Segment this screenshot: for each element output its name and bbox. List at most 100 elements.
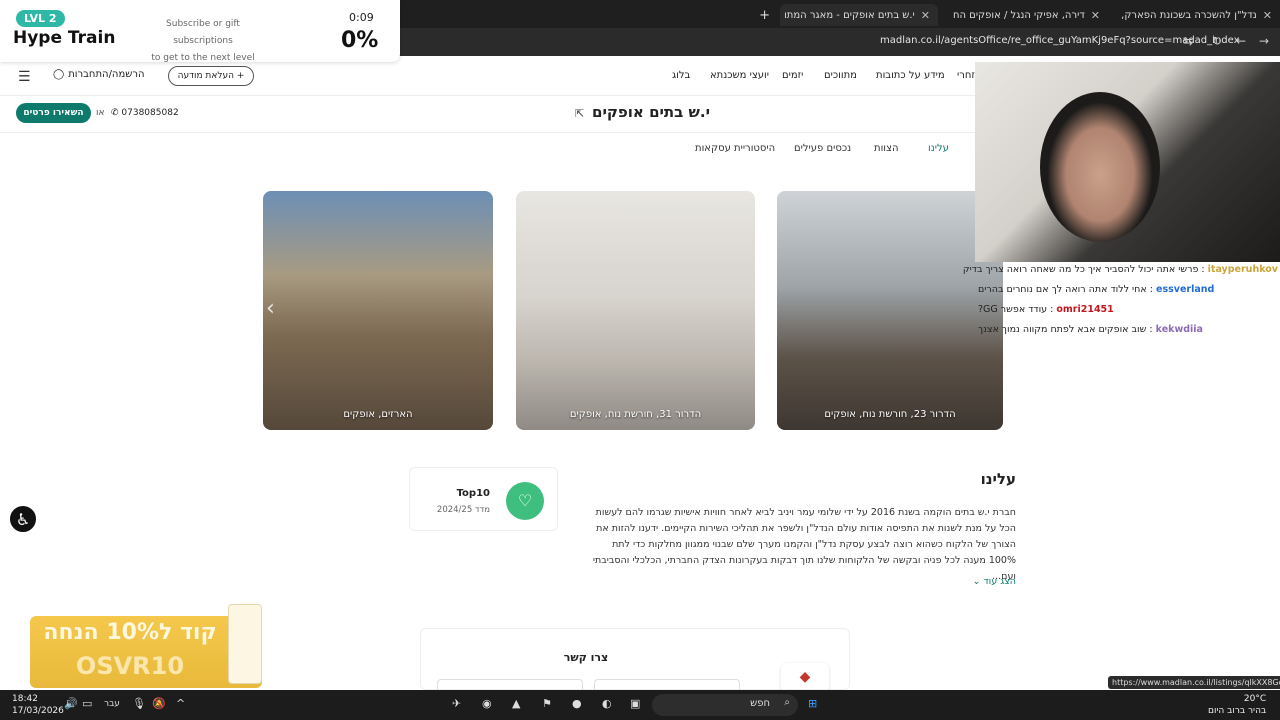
chevron-up-icon[interactable]: ^ — [176, 697, 185, 710]
badge-title: Top10 — [456, 488, 490, 499]
webcam-overlay — [975, 62, 1280, 262]
new-tab-button[interactable]: + — [758, 4, 778, 26]
chat-user: essverland — [1156, 284, 1215, 295]
nav-link-agents[interactable]: מתווכים — [824, 70, 857, 81]
plus-icon: + — [236, 71, 245, 81]
taskbar-search[interactable]: חפש ⌕ — [652, 694, 798, 716]
subtitle-line: to get to the next level — [151, 53, 255, 63]
promo-line1: קוד ל10% הנחה — [43, 620, 217, 645]
chevron-down-icon: ⌄ — [972, 576, 981, 587]
telegram-icon[interactable]: ✈ — [452, 697, 461, 710]
share-icon[interactable]: ⇱ — [575, 107, 584, 120]
volume-icon[interactable]: 🔊 — [64, 697, 78, 710]
perfume-bottle-icon — [228, 604, 262, 684]
tab-label: י.ש בתים אופקים - מאגר המתו — [784, 9, 915, 21]
nav-link-mortgage[interactable]: יועצי משכנתא — [710, 70, 769, 81]
search-label: חפש — [750, 698, 770, 709]
chat-text: : פרשי אתה יכול להסביר איך כל מה שאחה רו… — [962, 264, 1205, 275]
close-icon[interactable]: ✕ — [1091, 9, 1100, 22]
hype-train-overlay: LVL 2 Hype Train Subscribe or gift subsc… — [0, 0, 400, 63]
contact-section: צרו קשר ◆ — [420, 628, 850, 693]
show-more-link[interactable]: הצג עוד ⌄ — [940, 576, 1017, 587]
leave-details-button[interactable]: השאירו פרטים — [16, 103, 91, 123]
file-explorer-icon[interactable]: ▣ — [630, 697, 640, 710]
discord-icon[interactable]: ◐ — [602, 697, 612, 710]
property-card[interactable]: הארזים, אופקים — [263, 191, 493, 430]
close-icon[interactable]: ✕ — [1263, 9, 1272, 22]
top10-badge-card: ♡ Top10 מדד 2024/25 — [409, 467, 558, 531]
nav-link-blog[interactable]: בלוג — [672, 70, 690, 81]
about-title: עלינו — [980, 470, 1016, 488]
tab-about[interactable]: עלינו — [928, 143, 949, 154]
chat-user: kekwdiia — [1155, 324, 1203, 335]
language-indicator[interactable]: עבר — [104, 699, 120, 709]
close-icon[interactable]: ✕ — [921, 9, 930, 22]
chat-user: omri21451 — [1056, 304, 1114, 315]
network-icon[interactable]: ▭ — [82, 697, 92, 710]
chat-message: kekwdiia : שוב אופקים אבא לפתח מקווה נמו… — [978, 324, 1278, 335]
clock[interactable]: 18:42 17/03/2026 — [12, 693, 64, 717]
upload-listing-button[interactable]: + העלאת מודעה — [168, 66, 254, 86]
show-more-label: הצג עוד — [983, 576, 1017, 587]
hype-train-timer: 0:09 — [349, 11, 374, 24]
notifications-off-icon[interactable]: 🔕 — [152, 697, 166, 710]
about-text: חברת י.ש בתים הוקמה בשנת 2016 על ידי שלו… — [592, 507, 1016, 582]
site-settings-icon[interactable]: ⇆ — [1183, 34, 1193, 48]
badge-subtitle: מדד 2024/25 — [436, 505, 490, 515]
property-caption: הארזים, אופקים — [343, 409, 413, 420]
nav-link-address-info[interactable]: מידע על כתובות — [876, 70, 945, 81]
mic-icon[interactable]: 🎙 — [132, 697, 146, 710]
search-icon: ⌕ — [784, 697, 790, 708]
chat-text: : אחי ללוד אתה רואה לך אם נוחרים בהרים — [978, 284, 1153, 295]
spotify-icon[interactable]: ● — [572, 697, 582, 710]
chrome-icon[interactable]: ◉ — [482, 697, 492, 710]
subtitle-line: Subscribe or gift subscriptions — [166, 19, 240, 46]
upload-label: העלאת מודעה — [177, 71, 234, 81]
date: 17/03/2026 — [12, 706, 64, 716]
chat-user: itayperuhkov — [1207, 264, 1278, 275]
chat-text: : עודד אפשר GG? — [978, 304, 1054, 315]
office-header: השאירו פרטים או ✆ 0738085082 ⇱ י.ש בתים … — [0, 97, 975, 133]
chat-message: essverland : אחי ללוד אתה רואה לך אם נוח… — [978, 284, 1278, 295]
weather-widget[interactable]: 20°C בהיר ברוב היום — [1208, 693, 1266, 717]
login-label: הרשמה/התחברות — [68, 69, 145, 80]
browser-tab[interactable]: ✕ נדל"ן להשכרה בשכונת הפארק, — [1110, 4, 1280, 26]
property-card[interactable]: הדרור 31, חורשת נוח, אופקים — [516, 191, 755, 430]
chat-message: itayperuhkov : פרשי אתה יכול להסביר איך … — [963, 264, 1278, 275]
login-link[interactable]: הרשמה/התחברות ◯ — [53, 69, 145, 80]
contact-title: צרו קשר — [563, 651, 609, 664]
forward-icon[interactable]: → — [1259, 34, 1269, 48]
tab-team[interactable]: הצוות — [874, 143, 899, 154]
windows-start-icon[interactable]: ⊞ — [808, 697, 817, 710]
hype-train-subtitle: Subscribe or gift subscriptions to get t… — [140, 16, 266, 67]
property-card[interactable]: הדרור 23, חורשת נוח, אופקים — [777, 191, 1003, 430]
browser-tab[interactable]: ✕ דירה, אפיקי הנגל / אופקים הח — [940, 4, 1108, 26]
vlc-icon[interactable]: ▲ — [512, 697, 520, 710]
hype-train-percent: 0% — [341, 28, 379, 53]
reload-icon[interactable]: ↻ — [1212, 34, 1222, 48]
weather-text: בהיר ברוב היום — [1208, 706, 1267, 716]
app-icon[interactable]: ⚑ — [542, 697, 552, 710]
promo-banner: קוד ל10% הנחה OSVR10 — [30, 604, 262, 688]
tab-active-properties[interactable]: נכסים פעילים — [794, 143, 851, 154]
hamburger-menu-icon[interactable]: ☰ — [18, 69, 31, 85]
chat-text: : שוב אופקים אבא לפתח מקווה נמוך אצנך — [978, 324, 1153, 335]
promo-code: OSVR10 — [75, 652, 185, 680]
accessibility-icon[interactable]: ♿ — [8, 504, 38, 534]
property-caption: הדרור 31, חורשת נוח, אופקים — [569, 409, 702, 420]
level-badge: LVL 2 — [16, 10, 65, 27]
or-label: או — [96, 108, 105, 118]
nav-link-more[interactable]: זחרי — [957, 70, 975, 81]
office-title: י.ש בתים אופקים — [592, 103, 711, 121]
hype-train-title: Hype Train — [13, 28, 116, 48]
property-caption: הדרור 23, חורשת נוח, אופקים — [824, 409, 956, 420]
carousel-prev-icon[interactable]: ‹ — [266, 296, 275, 321]
back-icon[interactable]: ← — [1236, 34, 1246, 48]
tab-deal-history[interactable]: היסטוריית עסקאות — [695, 143, 775, 154]
status-url: https://www.madlan.co.il/listings/qlkXX8… — [1108, 676, 1280, 689]
browser-tab-active[interactable]: ✕ י.ש בתים אופקים - מאגר המתו — [780, 4, 938, 26]
chat-message: omri21451 : עודד אפשר GG? — [978, 304, 1278, 315]
phone-link[interactable]: ✆ 0738085082 — [111, 108, 179, 118]
agency-logo-icon: ◆ — [781, 663, 829, 693]
nav-link-developers[interactable]: יזמים — [782, 70, 803, 81]
